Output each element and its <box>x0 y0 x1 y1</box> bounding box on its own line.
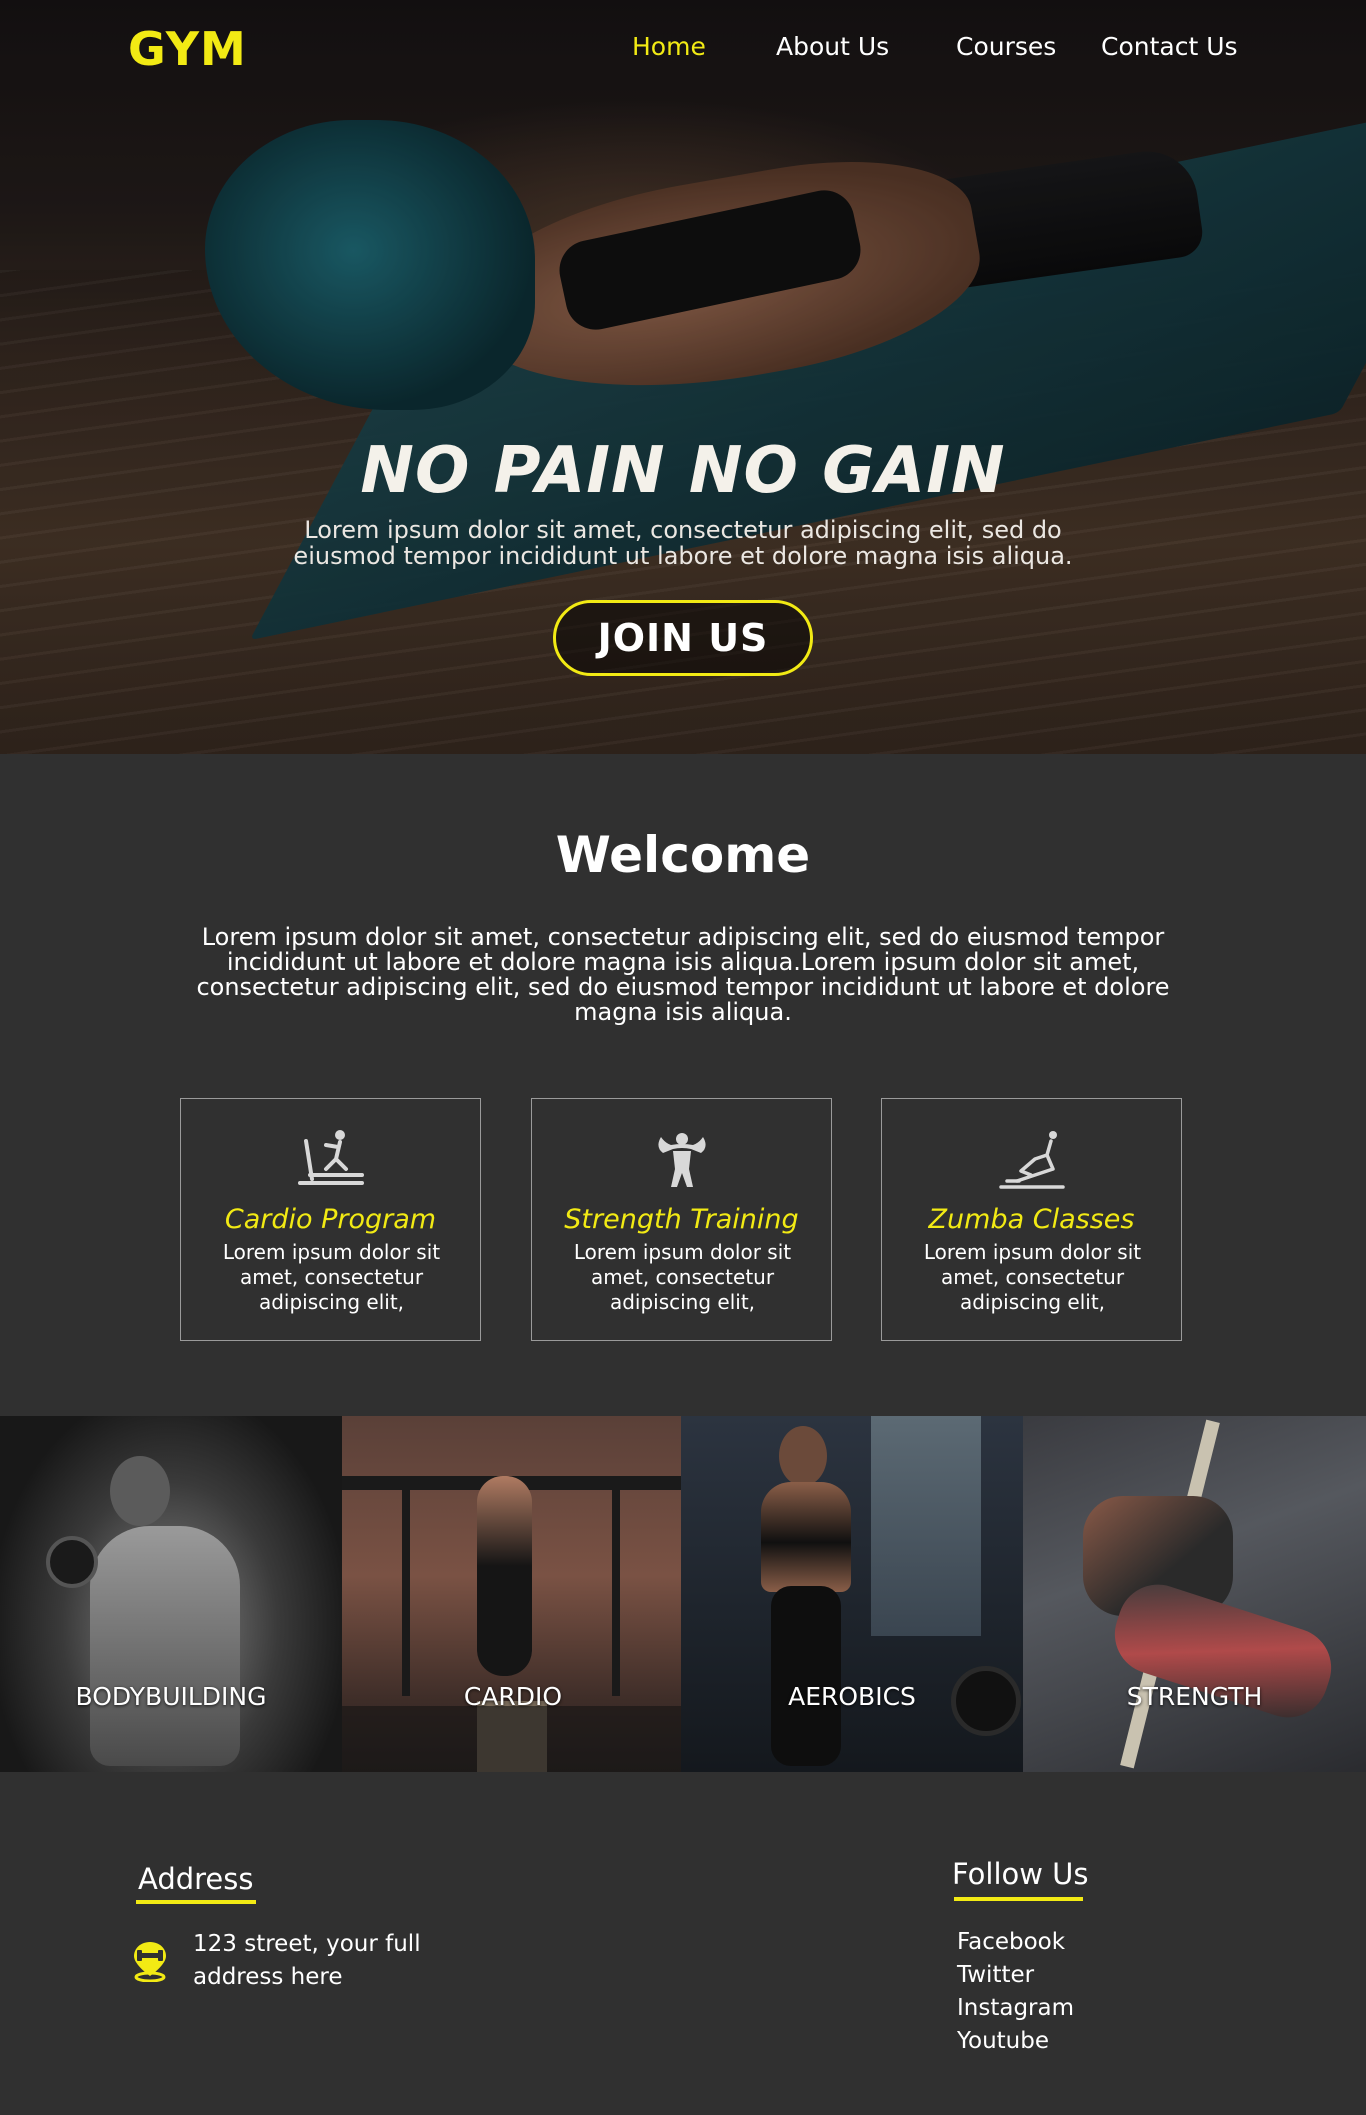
hero-subtitle: Lorem ipsum dolor sit amet, consectetur … <box>293 516 1073 570</box>
program-text: Lorem ipsum dolor sit amet, consectetur … <box>573 1240 792 1314</box>
gallery-tile-cardio[interactable]: CARDIO <box>342 1416 684 1772</box>
footer-address-title: Address <box>138 1862 254 1896</box>
footer-follow-title: Follow Us <box>952 1857 1089 1891</box>
program-text: Lorem ipsum dolor sit amet, consectetur … <box>923 1240 1142 1314</box>
tile-figure-torso <box>90 1526 240 1766</box>
hero-title: NO PAIN NO GAIN <box>360 434 1006 508</box>
social-link-instagram[interactable]: Instagram <box>957 1992 1074 2025</box>
program-title: Cardio Program <box>224 1204 437 1235</box>
join-us-button[interactable]: JOIN US <box>553 600 813 676</box>
program-card-cardio[interactable]: Cardio Program Lorem ipsum dolor sit ame… <box>180 1098 481 1341</box>
program-text: Lorem ipsum dolor sit amet, consectetur … <box>222 1240 441 1314</box>
gallery-label: AEROBICS <box>788 1682 916 1711</box>
gallery-tile-aerobics[interactable]: AEROBICS <box>681 1416 1023 1772</box>
nav-courses[interactable]: Courses <box>956 32 1056 61</box>
program-card-zumba[interactable]: Zumba Classes Lorem ipsum dolor sit amet… <box>881 1098 1182 1341</box>
tile-floor <box>342 1706 684 1772</box>
nav-home[interactable]: Home <box>632 32 706 61</box>
hero-section: GYM Home About Us Courses Contact Us NO … <box>0 0 1366 754</box>
treadmill-icon <box>298 1130 364 1185</box>
tile-window <box>871 1416 981 1636</box>
social-link-youtube[interactable]: Youtube <box>957 2025 1074 2058</box>
tile-figure <box>477 1476 532 1676</box>
tile-rig-post <box>402 1476 410 1696</box>
gallery-tile-bodybuilding[interactable]: BODYBUILDING <box>0 1416 342 1772</box>
social-links: Facebook Twitter Instagram Youtube <box>957 1926 1074 2058</box>
tile-figure-head <box>779 1426 827 1486</box>
welcome-text: Lorem ipsum dolor sit amet, consectetur … <box>196 923 1170 1026</box>
tile-figure-head <box>110 1456 170 1526</box>
nav-about-us[interactable]: About Us <box>776 32 889 61</box>
tile-figure-torso <box>761 1482 851 1592</box>
gallery-label: STRENGTH <box>1126 1682 1263 1711</box>
social-link-facebook[interactable]: Facebook <box>957 1926 1074 1959</box>
gallery-label: CARDIO <box>463 1682 563 1711</box>
nav-contact-us[interactable]: Contact Us <box>1101 32 1238 61</box>
welcome-title: Welcome <box>555 826 811 884</box>
social-link-twitter[interactable]: Twitter <box>957 1959 1074 1992</box>
program-card-strength[interactable]: Strength Training Lorem ipsum dolor sit … <box>531 1098 832 1341</box>
stretching-icon <box>999 1131 1065 1189</box>
location-pin-icon <box>134 1942 166 1982</box>
program-title: Zumba Classes <box>928 1204 1135 1235</box>
footer-follow-underline <box>954 1897 1083 1901</box>
dumbbell-icon <box>46 1536 98 1588</box>
tile-figure-legs <box>771 1586 841 1766</box>
program-title: Strength Training <box>564 1204 799 1235</box>
tile-rig-post <box>612 1476 620 1696</box>
bodybuilder-icon <box>658 1133 706 1187</box>
footer-address-text: 123 street, your full address here <box>193 1931 421 1990</box>
gallery-label: BODYBUILDING <box>75 1682 267 1711</box>
main-nav: Home About Us Courses Contact Us <box>0 32 1366 72</box>
gallery-tile-strength[interactable]: STRENGTH <box>1023 1416 1366 1772</box>
footer-address-underline <box>136 1900 256 1904</box>
